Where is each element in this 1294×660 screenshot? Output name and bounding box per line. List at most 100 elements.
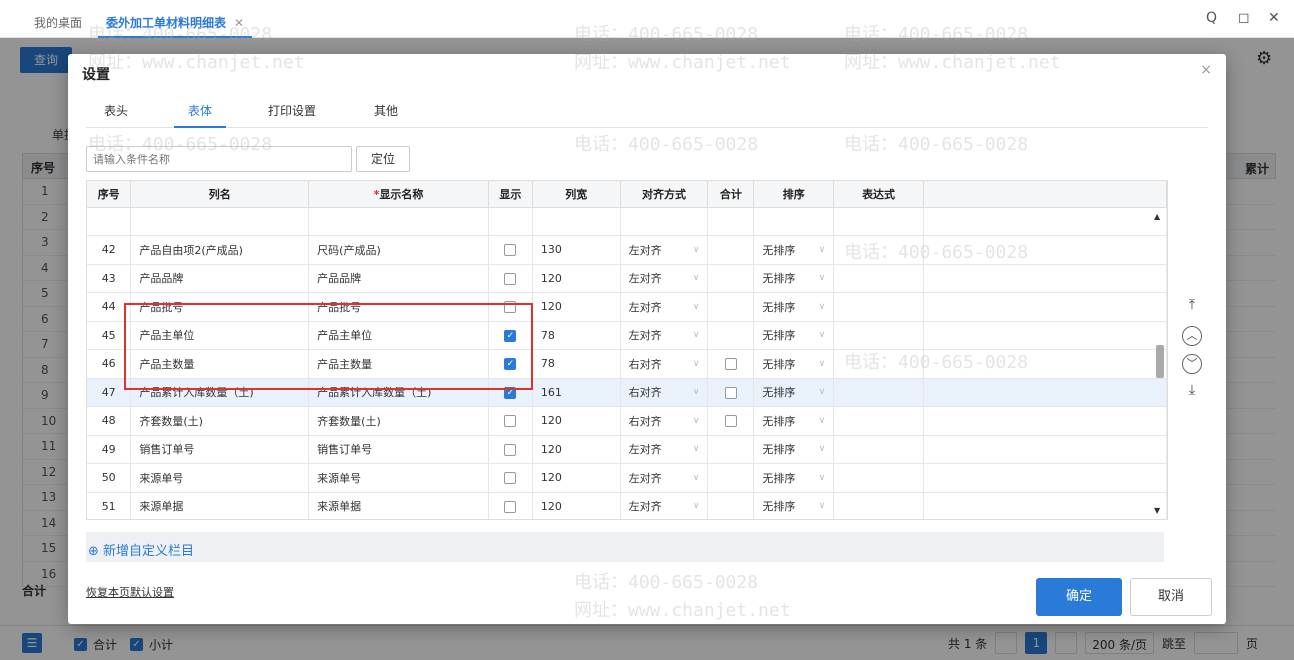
align-select[interactable]: 右对齐 ∨ [629, 413, 700, 429]
row-expression[interactable] [833, 463, 924, 493]
align-select[interactable]: 左对齐 ∨ [629, 441, 700, 457]
add-custom-column-link[interactable]: ⊕ 新增自定义栏目 [88, 540, 194, 559]
restore-default-link[interactable]: 恢复本页默认设置 [86, 584, 174, 600]
locate-button[interactable]: 定位 [356, 146, 410, 172]
tab-print-settings[interactable]: 打印设置 [268, 102, 316, 128]
align-select[interactable]: 左对齐 ∨ [629, 242, 700, 258]
sort-value: 无排序 [762, 272, 796, 286]
table-row[interactable]: 42 产品自由项2(产成品) 尺码(产成品) 130 左对齐 ∨ 无排序 ∨ [87, 235, 1167, 265]
row-expression[interactable] [833, 378, 924, 407]
row-display-name[interactable]: 产品累计入库数量（土) [308, 378, 489, 407]
table-row[interactable]: 51 来源单据 来源单据 120 左对齐 ∨ 无排序 ∨ [87, 492, 1167, 519]
search-icon[interactable]: Q [1206, 10, 1217, 26]
row-width[interactable]: 130 [532, 235, 621, 265]
visible-checkbox[interactable] [504, 272, 517, 285]
row-display-name[interactable]: 来源单据 [308, 492, 489, 519]
sort-select[interactable]: 无排序 ∨ [762, 270, 825, 286]
table-row[interactable]: 50 来源单号 来源单号 120 左对齐 ∨ 无排序 ∨ [87, 463, 1167, 493]
search-condition-input[interactable] [86, 146, 352, 172]
tab-other[interactable]: 其他 [374, 102, 398, 128]
row-display-name[interactable]: 来源单号 [308, 463, 489, 493]
visible-checkbox[interactable] [504, 443, 517, 456]
visible-checkbox[interactable]: ✓ [504, 358, 517, 371]
row-width[interactable]: 120 [532, 492, 621, 519]
row-display-name[interactable]: 尺码(产成品) [308, 235, 489, 265]
visible-checkbox[interactable]: ✓ [504, 329, 517, 342]
row-width[interactable]: 120 [532, 435, 621, 464]
tab-material-detail-report[interactable]: 委外加工单材料明细表 ✕ [98, 8, 253, 38]
move-to-top-icon[interactable]: ⤒ [1182, 297, 1202, 317]
align-select[interactable]: 左对齐 ∨ [629, 327, 700, 343]
table-row[interactable]: 43 产品品牌 产品品牌 120 左对齐 ∨ 无排序 ∨ [87, 264, 1167, 293]
sort-select[interactable]: 无排序 ∨ [762, 498, 825, 514]
sort-select[interactable]: 无排序 ∨ [762, 299, 825, 315]
visible-checkbox[interactable] [504, 415, 517, 428]
row-display-name[interactable]: 齐套数量(土) [308, 406, 489, 436]
table-row[interactable]: 46 产品主数量 产品主数量 ✓ 78 右对齐 ∨ 无排序 ∨ [87, 349, 1167, 379]
chevron-down-icon: ∨ [818, 330, 826, 341]
total-checkbox[interactable] [724, 386, 737, 399]
sort-select[interactable]: 无排序 ∨ [762, 470, 825, 486]
align-select[interactable]: 左对齐 ∨ [629, 299, 700, 315]
table-row[interactable]: 44 产品批号 产品批号 120 左对齐 ∨ 无排序 ∨ [87, 292, 1167, 322]
row-width[interactable]: 120 [532, 463, 621, 493]
visible-checkbox[interactable] [504, 244, 517, 257]
row-expression[interactable] [833, 292, 924, 322]
scroll-up-arrow[interactable]: ▲ [1154, 212, 1160, 221]
row-expression[interactable] [833, 349, 924, 379]
table-row[interactable]: 48 齐套数量(土) 齐套数量(土) 120 右对齐 ∨ 无排序 ∨ [87, 406, 1167, 436]
sort-select[interactable]: 无排序 ∨ [762, 384, 825, 400]
dialog-close-icon[interactable]: × [1200, 62, 1212, 78]
cancel-button[interactable]: 取消 [1130, 578, 1212, 616]
total-checkbox[interactable] [724, 415, 737, 428]
align-select[interactable]: 左对齐 ∨ [629, 470, 700, 486]
scrollbar-thumb[interactable] [1156, 345, 1164, 378]
row-width[interactable]: 120 [532, 406, 621, 436]
row-expression[interactable] [833, 264, 924, 293]
row-display-name[interactable]: 销售订单号 [308, 435, 489, 464]
visible-checkbox[interactable]: ✓ [504, 386, 517, 399]
sort-select[interactable]: 无排序 ∨ [762, 242, 825, 258]
tab-my-desktop[interactable]: 我的桌面 [34, 14, 82, 31]
row-width[interactable]: 78 [532, 349, 621, 379]
move-to-bottom-icon[interactable]: ⤓ [1182, 382, 1202, 402]
row-width[interactable]: 120 [532, 264, 621, 293]
tab-body[interactable]: 表体 [174, 102, 227, 128]
row-width[interactable]: 161 [532, 378, 621, 407]
row-display-name[interactable]: 产品主数量 [308, 349, 489, 379]
move-up-icon[interactable]: ︿ [1182, 326, 1202, 346]
row-total-cell [707, 349, 755, 379]
align-select[interactable]: 左对齐 ∨ [629, 498, 700, 514]
row-width[interactable]: 120 [532, 292, 621, 322]
table-row[interactable]: 49 销售订单号 销售订单号 120 左对齐 ∨ 无排序 ∨ [87, 435, 1167, 464]
visible-checkbox[interactable] [504, 472, 517, 485]
sort-select[interactable]: 无排序 ∨ [762, 327, 825, 343]
tab-close-icon[interactable]: ✕ [234, 16, 244, 30]
sort-select[interactable]: 无排序 ∨ [762, 441, 825, 457]
row-expression[interactable] [833, 492, 924, 519]
visible-checkbox[interactable] [504, 301, 517, 314]
confirm-button[interactable]: 确定 [1036, 578, 1122, 616]
table-row[interactable]: 45 产品主单位 产品主单位 ✓ 78 左对齐 ∨ 无排序 ∨ [87, 321, 1167, 350]
row-width[interactable]: 78 [532, 321, 621, 350]
row-display-name[interactable]: 产品批号 [308, 292, 489, 322]
maximize-icon[interactable]: ◻ [1238, 10, 1250, 26]
row-expression[interactable] [833, 406, 924, 436]
total-checkbox[interactable] [724, 358, 737, 371]
row-display-name[interactable]: 产品主单位 [308, 321, 489, 350]
table-row[interactable]: 47 产品累计入库数量（土) 产品累计入库数量（土) ✓ 161 右对齐 ∨ 无排序 ∨ [87, 378, 1167, 407]
close-window-icon[interactable]: ✕ [1268, 10, 1280, 26]
sort-select[interactable]: 无排序 ∨ [762, 356, 825, 372]
visible-checkbox[interactable] [504, 500, 517, 513]
align-select[interactable]: 左对齐 ∨ [629, 270, 700, 286]
scroll-down-arrow[interactable]: ▼ [1154, 506, 1160, 515]
align-select[interactable]: 右对齐 ∨ [629, 356, 700, 372]
move-down-icon[interactable]: ﹀ [1182, 354, 1202, 374]
row-expression[interactable] [833, 235, 924, 265]
sort-select[interactable]: 无排序 ∨ [762, 413, 825, 429]
row-expression[interactable] [833, 435, 924, 464]
align-select[interactable]: 右对齐 ∨ [629, 384, 700, 400]
tab-header[interactable]: 表头 [104, 102, 128, 128]
row-expression[interactable] [833, 321, 924, 350]
row-display-name[interactable]: 产品品牌 [308, 264, 489, 293]
